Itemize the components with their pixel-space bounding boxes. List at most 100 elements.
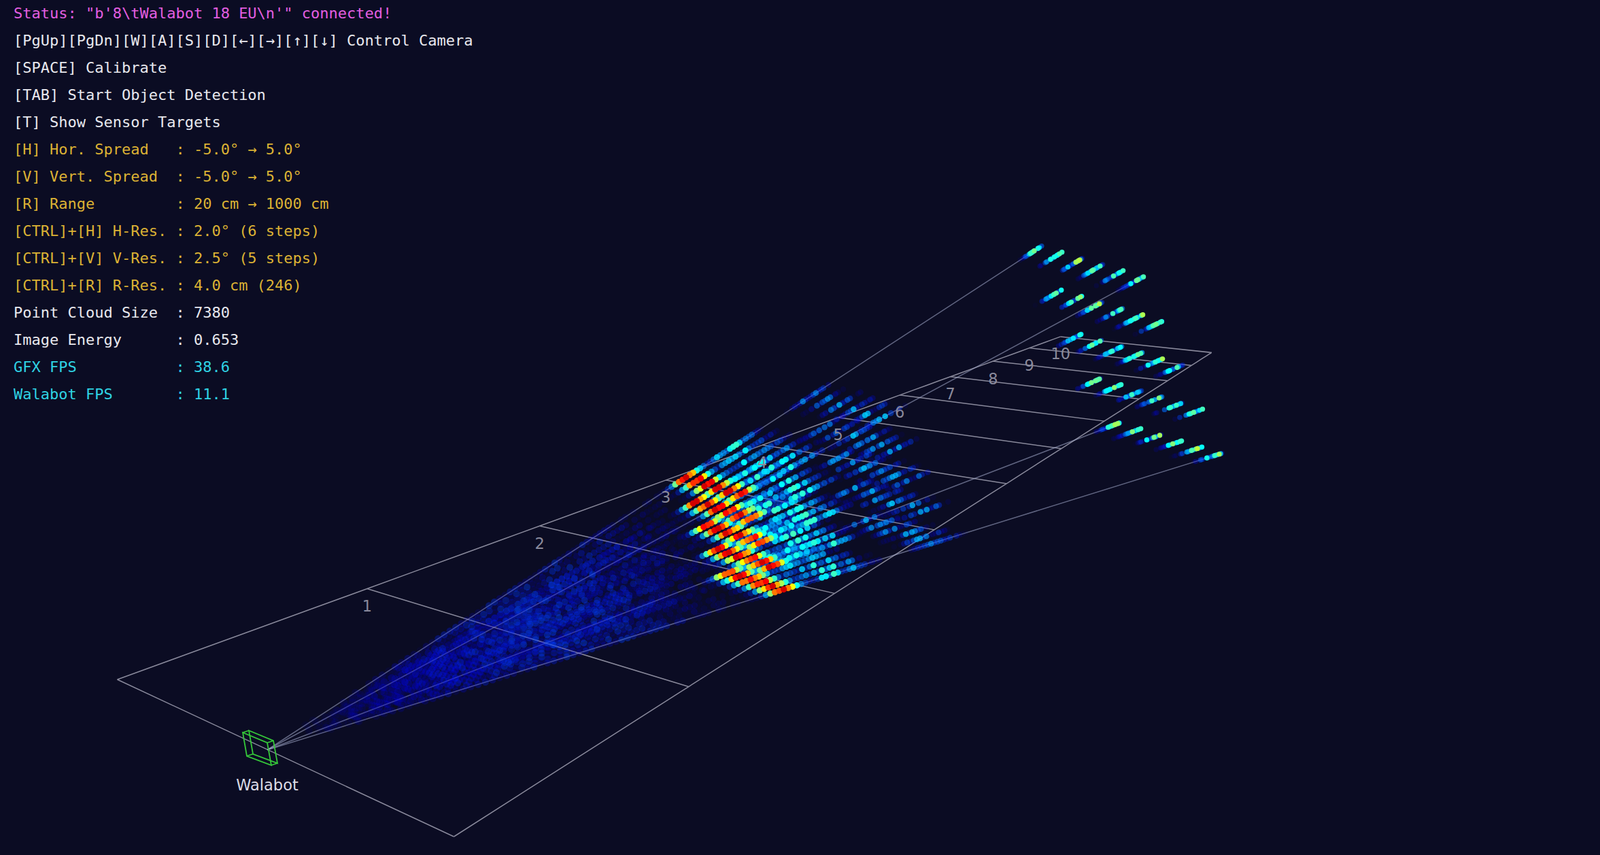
cloud-point [371,675,380,683]
cloud-point [863,552,870,559]
cloud-point [636,522,644,530]
scene-root: 12345678910Walabot [117,243,1226,837]
cloud-point [870,507,877,514]
cloud-point [677,572,685,580]
cloud-point [913,435,920,442]
grid-line [665,480,935,530]
cloud-point [802,435,809,442]
cloud-point [1158,371,1164,378]
cloud-point [671,590,678,597]
cloud-point [707,583,714,590]
cloud-point [876,556,883,563]
cloud-point [1115,324,1122,330]
grid-line [367,588,689,687]
cloud-point [410,692,418,701]
cloud-point [697,541,704,549]
cloud-point [677,558,685,566]
field-of-view [267,246,1222,751]
cloud-point [719,592,726,600]
cloud-point [658,590,666,598]
cloud-point [1171,453,1178,459]
cloud-point [856,554,863,561]
cloud-point [1153,446,1159,453]
cloud-point [1094,429,1100,435]
cloud-point [565,550,572,557]
cloud-point [384,667,393,675]
cloud-point [394,682,402,690]
cloud-point [305,726,314,734]
grid-line [838,417,1062,449]
grid-line [539,525,836,593]
cloud-point [636,529,644,537]
cloud-point [900,457,907,464]
cloud-point [661,506,668,513]
cloud-point [730,601,737,608]
cloud-point [881,512,888,519]
cloud-point [880,483,887,490]
cloud-point [344,719,353,727]
cloud-point [667,580,675,588]
cloud-point [645,566,653,574]
cloud-point [924,523,931,530]
cloud-point [833,546,840,553]
cloud-point [729,595,736,602]
cloud-point [682,581,689,589]
cloud-point [1032,302,1039,309]
grid-line [950,376,1139,400]
cloud-point [691,559,698,566]
cloud-point [556,655,564,663]
cloud-point [930,494,936,500]
cloud-point [1096,391,1102,398]
cloud-point [638,567,646,574]
cloud-point [1134,403,1140,410]
cloud-point [618,524,626,532]
cloud-point [428,638,436,646]
cloud-point [412,669,420,678]
cloud-point [431,681,440,689]
cloud-point [422,642,431,651]
cloud-point [659,517,666,524]
cloud-point [396,693,404,702]
fov-line [267,246,1042,751]
cloud-point [715,606,723,614]
cloud-point [418,679,427,688]
cloud-point [1132,331,1139,338]
radar-scene[interactable]: 12345678910Walabot [0,0,1600,855]
cloud-point [945,499,951,505]
cloud-point [688,519,695,526]
cloud-point [929,531,936,538]
cloud-point [681,605,689,612]
fov-line [267,452,1222,750]
cloud-point [898,431,905,438]
cloud-point [912,518,918,524]
cloud-point [463,681,471,689]
range-grid [117,336,1212,837]
cloud-point [395,663,403,672]
cloud-point [659,550,667,557]
cloud-point [314,718,323,726]
cloud-point [890,535,897,542]
cloud-point [622,529,630,537]
cloud-point [796,437,804,444]
fov-line [267,276,1144,751]
cloud-point [503,671,510,679]
cloud-point [644,534,652,542]
cloud-point [676,594,684,602]
cloud-point [617,516,625,523]
cloud-point [687,543,695,551]
cloud-point [403,654,412,663]
cloud-point [847,501,855,508]
cloud-point [699,567,706,574]
cloud-point [825,381,831,387]
cloud-point [601,526,608,534]
cloud-point [840,386,846,392]
cloud-point [822,410,829,417]
cloud-point [640,552,648,559]
cloud-point [420,655,428,663]
cloud-point [1153,373,1159,380]
cloud-point [616,611,623,619]
cloud-point [391,674,400,683]
cloud-point [1094,282,1100,289]
cloud-point [370,691,379,700]
cloud-point [449,642,457,650]
